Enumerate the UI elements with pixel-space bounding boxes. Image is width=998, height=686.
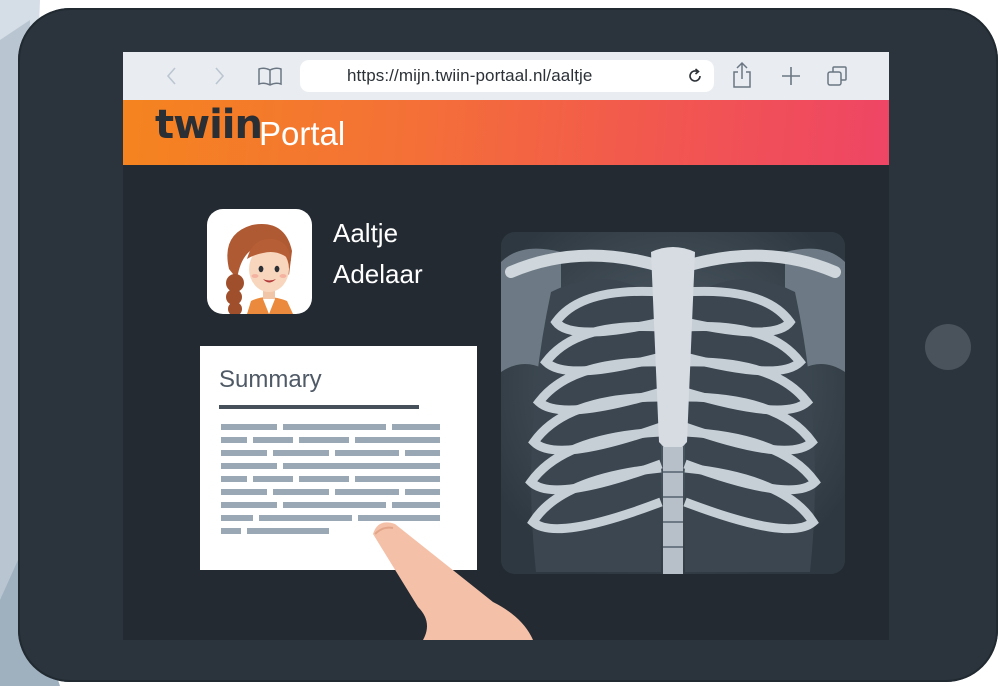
patient-avatar — [207, 209, 312, 314]
text-line — [392, 502, 440, 508]
forward-icon[interactable] — [208, 64, 230, 88]
text-line — [283, 463, 440, 469]
text-line — [221, 502, 277, 508]
text-line — [221, 424, 277, 430]
text-line — [253, 476, 293, 482]
text-line — [221, 450, 267, 456]
text-line — [355, 437, 440, 443]
text-line — [221, 476, 247, 482]
text-line — [221, 437, 247, 443]
pointing-finger — [373, 522, 533, 640]
summary-divider — [219, 405, 419, 409]
browser-toolbar: https://mijn.twiin-portaal.nl/aaltje — [123, 52, 889, 100]
text-line — [221, 463, 277, 469]
new-tab-icon[interactable] — [778, 64, 804, 88]
text-line — [392, 424, 440, 430]
summary-title: Summary — [219, 366, 322, 393]
home-button[interactable] — [925, 324, 971, 370]
bookmarks-icon[interactable] — [257, 64, 283, 88]
reload-icon[interactable] — [686, 67, 704, 85]
text-line — [355, 476, 440, 482]
tablet-screen: https://mijn.twiin-portaal.nl/aaltje twi… — [123, 52, 889, 640]
page-title: Portal — [259, 115, 346, 152]
text-line — [273, 489, 329, 495]
back-icon[interactable] — [161, 64, 183, 88]
url-text: https://mijn.twiin-portaal.nl/aaltje — [347, 66, 593, 85]
text-line — [247, 528, 329, 534]
tabs-icon[interactable] — [825, 64, 851, 88]
text-line — [283, 424, 386, 430]
text-line — [273, 450, 329, 456]
avatar-illustration — [226, 224, 293, 314]
patient-last-name: Adelaar — [333, 259, 423, 289]
text-line — [405, 489, 440, 495]
text-line — [221, 515, 253, 521]
text-line — [259, 515, 352, 521]
text-line — [253, 437, 293, 443]
text-line — [299, 476, 349, 482]
text-line — [283, 502, 386, 508]
text-line — [221, 489, 267, 495]
share-icon[interactable] — [729, 60, 755, 90]
text-line — [405, 450, 440, 456]
portal-header: twiin Portal — [123, 100, 889, 165]
text-line — [335, 450, 399, 456]
twiin-logo[interactable]: twiin — [155, 102, 263, 148]
address-bar[interactable]: https://mijn.twiin-portaal.nl/aaltje — [300, 60, 714, 92]
text-line — [299, 437, 349, 443]
text-line — [335, 489, 399, 495]
text-line — [221, 528, 241, 534]
patient-first-name: Aaltje — [333, 218, 399, 248]
